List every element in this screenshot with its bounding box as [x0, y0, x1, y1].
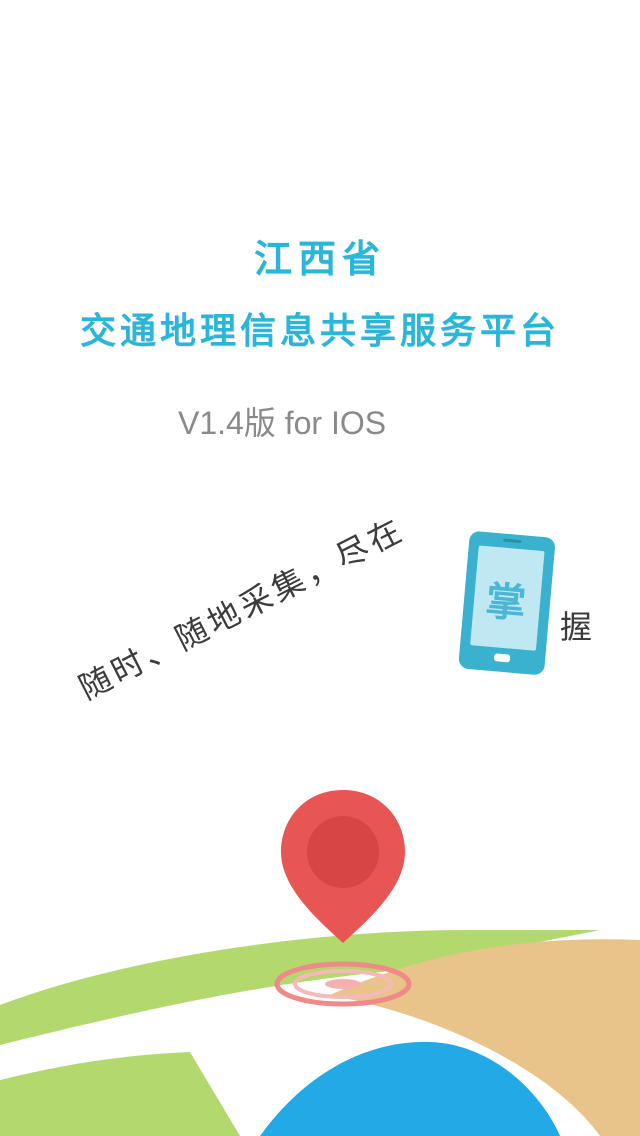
smartphone-icon: 掌 [456, 530, 556, 675]
app-title-region: 江西省 [253, 236, 386, 281]
map-green-land-lower [0, 1052, 240, 1136]
location-pin-icon [281, 790, 405, 943]
target-center [325, 979, 361, 989]
app-title-platform: 交通地理信息共享服务平台 [79, 310, 560, 352]
slogan-last-character: 握 [560, 608, 593, 646]
map-illustration [0, 790, 640, 1136]
slogan-text: 随时、随地采集，尽在 [72, 509, 411, 708]
version-label: V1.4版 for IOS [178, 405, 387, 441]
phone-screen-character: 掌 [483, 577, 528, 628]
